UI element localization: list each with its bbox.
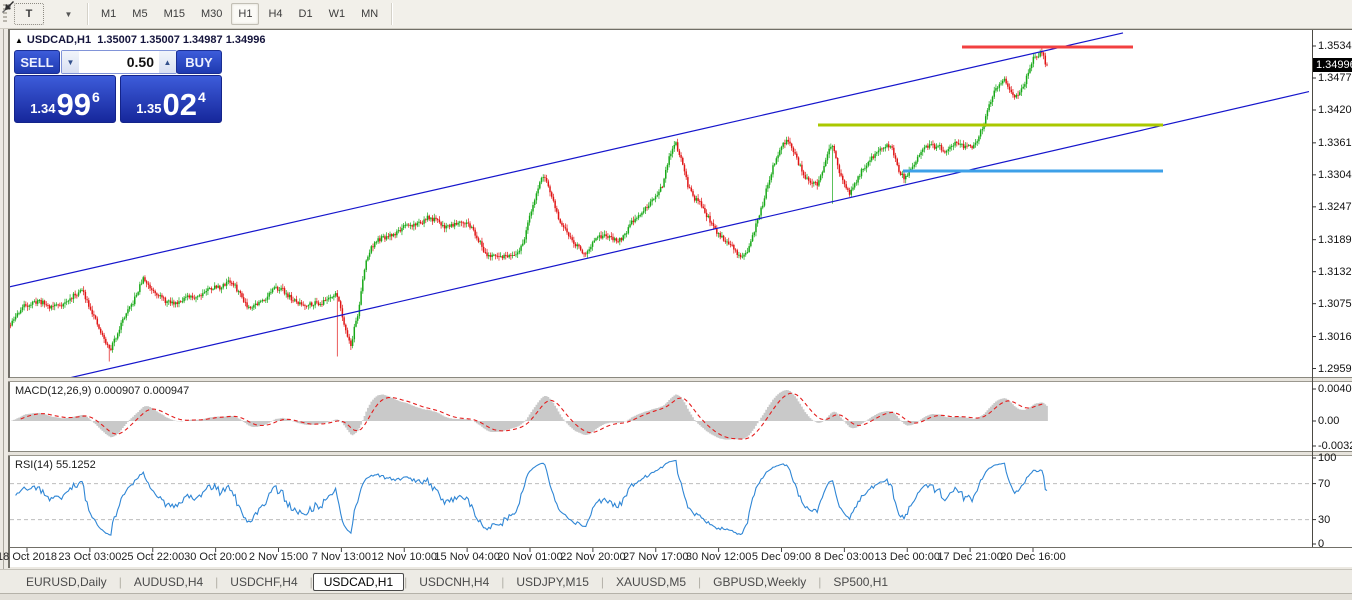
rsi-axis-label: 30 <box>1318 514 1330 526</box>
buy-price-prefix: 1.35 <box>136 101 161 116</box>
macd-histogram <box>11 390 1048 440</box>
time-axis-label: 25 Oct 22:00 <box>121 551 184 563</box>
rsi-line <box>16 461 1047 536</box>
price-axis-label: 1.35340 <box>1318 40 1352 52</box>
rsi-axis-label: 0 <box>1318 538 1324 550</box>
time-axis-label: 27 Nov 17:00 <box>623 551 688 563</box>
tab-audusd-h4[interactable]: AUDUSD,H4 <box>122 573 215 591</box>
price-axis-label: 1.34200 <box>1318 104 1352 116</box>
sell-price-prefix: 1.34 <box>30 101 55 116</box>
tab-usdchf-h4[interactable]: USDCHF,H4 <box>218 573 309 591</box>
time-axis-label: 22 Nov 20:00 <box>560 551 625 563</box>
ohlc-values: 1.35007 1.35007 1.34987 1.34996 <box>97 34 265 46</box>
collapse-arrow-icon[interactable]: ▲ <box>15 36 23 45</box>
chart-title: ▲ USDCAD,H1 1.35007 1.35007 1.34987 1.349… <box>15 34 265 46</box>
current-price-tag: 1.34996 <box>1313 58 1352 72</box>
tab-usdcad-h1[interactable]: USDCAD,H1 <box>313 573 404 591</box>
macd-axis-label: 0.004083 <box>1318 383 1352 395</box>
time-axis-label: 30 Nov 12:00 <box>686 551 751 563</box>
buy-price-main: 02 <box>163 91 197 119</box>
sell-price-main: 99 <box>57 91 91 119</box>
time-axis-label: 18 Oct 2018 <box>0 551 57 563</box>
price-axis-label: 1.31890 <box>1318 234 1352 246</box>
price-axis-label: 1.34770 <box>1318 72 1352 84</box>
time-axis-label: 5 Dec 09:00 <box>752 551 811 563</box>
tab-xauusd-m5[interactable]: XAUUSD,M5 <box>604 573 698 591</box>
buy-price-pip: 4 <box>198 89 206 105</box>
price-axis-label: 1.30165 <box>1318 331 1352 343</box>
chart-tab-bar: EURUSD,Daily|AUDUSD,H4|USDCHF,H4|USDCAD,… <box>0 569 1352 594</box>
volume-stepper: ▼ ▲ <box>61 50 177 74</box>
rsi-label: RSI(14) 55.1252 <box>15 459 96 471</box>
macd-label: MACD(12,26,9) 0.000907 0.000947 <box>15 385 189 397</box>
rsi-axis-label: 70 <box>1318 478 1330 490</box>
tab-usdjpy-m15[interactable]: USDJPY,M15 <box>504 573 600 591</box>
price-axis-label: 1.33045 <box>1318 169 1352 181</box>
tab-gbpusd-weekly[interactable]: GBPUSD,Weekly <box>701 573 818 591</box>
price-axis-label: 1.30750 <box>1318 298 1352 310</box>
price-axis-label: 1.33615 <box>1318 137 1352 149</box>
rsi-axis-label: 100 <box>1318 452 1336 464</box>
volume-decrease-button[interactable]: ▼ <box>62 51 79 73</box>
tab-usdcnh-h4[interactable]: USDCNH,H4 <box>407 573 501 591</box>
volume-input[interactable] <box>79 51 159 73</box>
mt4-window: T ▼ M1M5M15M30H1H4D1W1MN ▲USDCAD,H1 1.35… <box>0 0 1352 600</box>
one-click-trade-panel: SELL ▼ ▲ BUY 1.34 99 6 1.35 02 4 <box>14 50 222 118</box>
time-axis-label: 20 Dec 16:00 <box>1000 551 1065 563</box>
tab-sp500-h1[interactable]: SP500,H1 <box>821 573 900 591</box>
price-axis-label: 1.32475 <box>1318 201 1352 213</box>
time-axis-label: 7 Nov 13:00 <box>312 551 371 563</box>
time-axis-label: 15 Nov 04:00 <box>434 551 499 563</box>
price-axis-label: 1.29595 <box>1318 363 1352 375</box>
time-axis-label: 20 Nov 01:00 <box>497 551 562 563</box>
sell-quote-button[interactable]: 1.34 99 6 <box>14 75 116 123</box>
symbol-period-label: USDCAD,H1 <box>27 34 91 46</box>
sell-button[interactable]: SELL <box>14 50 60 74</box>
channel-lower <box>69 92 1309 378</box>
time-axis-label: 13 Dec 00:00 <box>875 551 940 563</box>
time-axis-label: 2 Nov 15:00 <box>249 551 308 563</box>
time-axis-label: 12 Nov 10:00 <box>372 551 437 563</box>
tab-eurusd-daily[interactable]: EURUSD,Daily <box>14 573 119 591</box>
sell-price-pip: 6 <box>92 89 100 105</box>
status-strip <box>0 593 1352 600</box>
time-axis-label: 30 Oct 20:00 <box>184 551 247 563</box>
volume-increase-button[interactable]: ▲ <box>159 51 176 73</box>
time-axis-label: 23 Oct 03:00 <box>58 551 121 563</box>
buy-button[interactable]: BUY <box>176 50 222 74</box>
time-axis-label: 17 Dec 21:00 <box>937 551 1002 563</box>
macd-axis-label: 0.00 <box>1318 415 1339 427</box>
time-axis-label: 8 Dec 03:00 <box>815 551 874 563</box>
macd-axis-label: -0.003262 <box>1318 440 1352 452</box>
buy-quote-button[interactable]: 1.35 02 4 <box>120 75 222 123</box>
price-axis-label: 1.31320 <box>1318 266 1352 278</box>
